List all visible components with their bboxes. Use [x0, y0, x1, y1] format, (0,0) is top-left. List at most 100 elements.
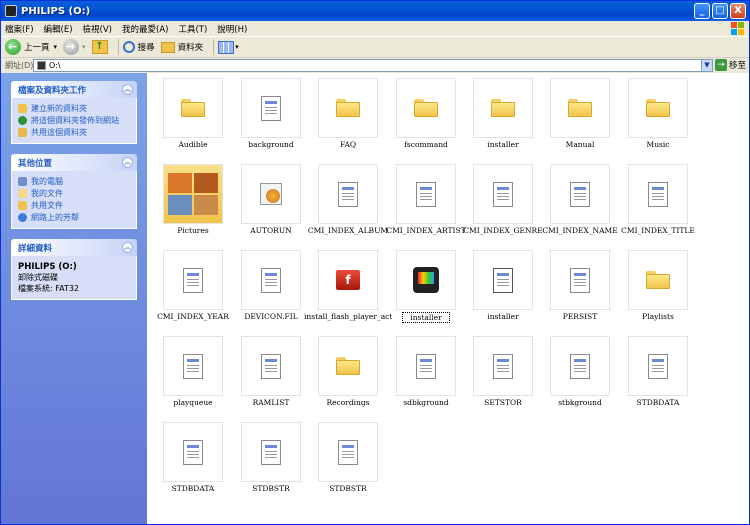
close-button[interactable]: X — [730, 3, 746, 19]
file-item[interactable]: fscommand — [388, 75, 464, 155]
address-input[interactable]: O:\ ▼ — [33, 59, 713, 72]
file-item[interactable]: Playlists — [620, 247, 696, 327]
document-icon — [550, 336, 610, 396]
shared-folder-icon — [18, 200, 27, 210]
file-item[interactable]: Manual — [542, 75, 618, 155]
menu-tools[interactable]: 工具(T) — [178, 23, 207, 35]
document-icon — [163, 336, 223, 396]
file-name: FAQ — [339, 140, 357, 149]
file-name: Pictures — [177, 226, 209, 235]
menu-view[interactable]: 檢視(V) — [83, 23, 112, 35]
go-button[interactable]: → 移至 — [715, 59, 746, 71]
file-item[interactable]: CMI_INDEX_ARTIST — [386, 161, 466, 241]
file-tasks-header[interactable]: 檔案及資料夾工作 ︽ — [11, 81, 137, 98]
file-item[interactable]: installer — [465, 247, 541, 327]
task-new-folder[interactable]: 建立新的資料夾 — [18, 102, 130, 114]
folder-icon — [550, 78, 610, 138]
file-list-view[interactable]: Audible background FAQ fscommand installer Ma… — [147, 73, 749, 524]
file-item[interactable]: playqueue — [155, 333, 231, 413]
address-dropdown-icon[interactable]: ▼ — [701, 60, 712, 71]
other-places-title: 其他位置 — [18, 158, 53, 169]
back-dropdown-icon[interactable]: ▾ — [54, 43, 58, 51]
file-name: CMI_INDEX_GENRE — [463, 226, 543, 235]
file-item[interactable]: installer — [465, 75, 541, 155]
document-icon — [241, 78, 301, 138]
other-places-header[interactable]: 其他位置 ︽ — [11, 154, 137, 171]
views-icon — [218, 40, 235, 54]
file-item[interactable]: CMI_INDEX_NAME — [542, 161, 618, 241]
details-panel: 詳細資料 ︽ PHILIPS (O:) 卸除式磁碟 檔案系統: FAT32 — [11, 239, 137, 300]
file-item[interactable]: STDBDATA — [620, 333, 696, 413]
file-item[interactable]: f install_flash_player_act... — [304, 247, 392, 327]
file-name: CMI_INDEX_YEAR — [157, 312, 229, 321]
file-item[interactable]: CMI_INDEX_TITLE — [620, 161, 696, 241]
file-item[interactable]: AUTORUN — [233, 161, 309, 241]
file-item[interactable]: installer — [388, 247, 464, 327]
file-item[interactable]: sdbkground — [388, 333, 464, 413]
toolbar-separator — [117, 39, 119, 55]
views-button[interactable]: ▾ — [218, 40, 239, 54]
file-item[interactable]: Recordings — [310, 333, 386, 413]
forward-button[interactable]: → ▾ — [63, 39, 86, 55]
menu-help[interactable]: 說明(H) — [217, 23, 247, 35]
computer-icon — [18, 176, 27, 186]
flash-installer-icon: f — [318, 250, 378, 310]
minimize-button[interactable]: _ — [694, 3, 710, 19]
details-header[interactable]: 詳細資料 ︽ — [11, 239, 137, 256]
task-share-folder[interactable]: 共用這個資料夾 — [18, 126, 130, 138]
file-item[interactable]: STDBSTR — [233, 419, 309, 499]
windows-logo-icon — [731, 22, 744, 35]
file-item[interactable]: RAMLIST — [233, 333, 309, 413]
file-item[interactable]: FAQ — [310, 75, 386, 155]
file-item[interactable]: Music — [620, 75, 696, 155]
place-my-documents[interactable]: 我的文件 — [18, 187, 130, 199]
collapse-chevron-icon[interactable]: ︽ — [122, 242, 133, 253]
file-item[interactable]: STDBSTR — [310, 419, 386, 499]
pictures-folder-icon — [163, 164, 223, 224]
collapse-chevron-icon[interactable]: ︽ — [122, 157, 133, 168]
forward-dropdown-icon[interactable]: ▾ — [82, 43, 86, 51]
back-arrow-icon: ← — [5, 39, 21, 55]
file-item[interactable]: Audible — [155, 75, 231, 155]
file-tasks-panel: 檔案及資料夾工作 ︽ 建立新的資料夾 將這個資料夾發佈到網站 共用這個資料夾 — [11, 81, 137, 144]
file-name: stbkground — [558, 398, 602, 407]
place-shared-documents[interactable]: 共用文件 — [18, 199, 130, 211]
file-item[interactable]: PERSIST — [542, 247, 618, 327]
file-item[interactable]: Pictures — [155, 161, 231, 241]
place-label: 網路上的芳鄰 — [31, 212, 79, 222]
file-item[interactable]: background — [233, 75, 309, 155]
maximize-button[interactable]: □ — [712, 3, 728, 19]
folders-button[interactable]: 資料夾 — [160, 41, 203, 53]
address-value: O:\ — [49, 61, 61, 70]
file-item[interactable]: CMI_INDEX_ALBUM — [308, 161, 388, 241]
place-my-computer[interactable]: 我的電腦 — [18, 175, 130, 187]
file-item[interactable]: STDBDATA — [155, 419, 231, 499]
file-name: STDBDATA — [171, 484, 215, 493]
place-network[interactable]: 網路上的芳鄰 — [18, 211, 130, 223]
file-item[interactable]: CMI_INDEX_GENRE — [463, 161, 543, 241]
back-button[interactable]: ← 上一頁 ▾ — [5, 39, 57, 55]
menu-file[interactable]: 檔案(F) — [5, 23, 34, 35]
go-label: 移至 — [729, 61, 747, 71]
file-item[interactable]: SETSTOR — [465, 333, 541, 413]
details-title: 詳細資料 — [18, 243, 53, 254]
search-button[interactable]: 搜尋 — [122, 41, 155, 53]
explorer-window: PHILIPS (O:) _ □ X 檔案(F) 編輯(E) 檢視(V) 我的最… — [0, 0, 750, 525]
toolbar-separator — [213, 39, 215, 55]
file-item[interactable]: CMI_INDEX_YEAR — [155, 247, 231, 327]
detail-drive-type: 卸除式磁碟 — [18, 273, 58, 282]
search-label: 搜尋 — [137, 43, 155, 53]
file-name: AUTORUN — [250, 226, 292, 235]
up-folder-button[interactable]: ↑ — [91, 40, 108, 54]
document-icon — [628, 336, 688, 396]
collapse-chevron-icon[interactable]: ︽ — [122, 84, 133, 95]
other-places-panel: 其他位置 ︽ 我的電腦 我的文件 共用文件 網路上的芳鄰 — [11, 154, 137, 229]
menu-favorites[interactable]: 我的最愛(A) — [122, 23, 168, 35]
file-item[interactable]: DEVICON.FIL — [233, 247, 309, 327]
file-item[interactable]: stbkground — [542, 333, 618, 413]
folder-icon — [473, 78, 533, 138]
file-tasks-title: 檔案及資料夾工作 — [18, 85, 87, 96]
task-publish-web[interactable]: 將這個資料夾發佈到網站 — [18, 114, 130, 126]
menu-edit[interactable]: 編輯(E) — [44, 23, 73, 35]
task-pane: 檔案及資料夾工作 ︽ 建立新的資料夾 將這個資料夾發佈到網站 共用這個資料夾 其… — [1, 73, 147, 524]
